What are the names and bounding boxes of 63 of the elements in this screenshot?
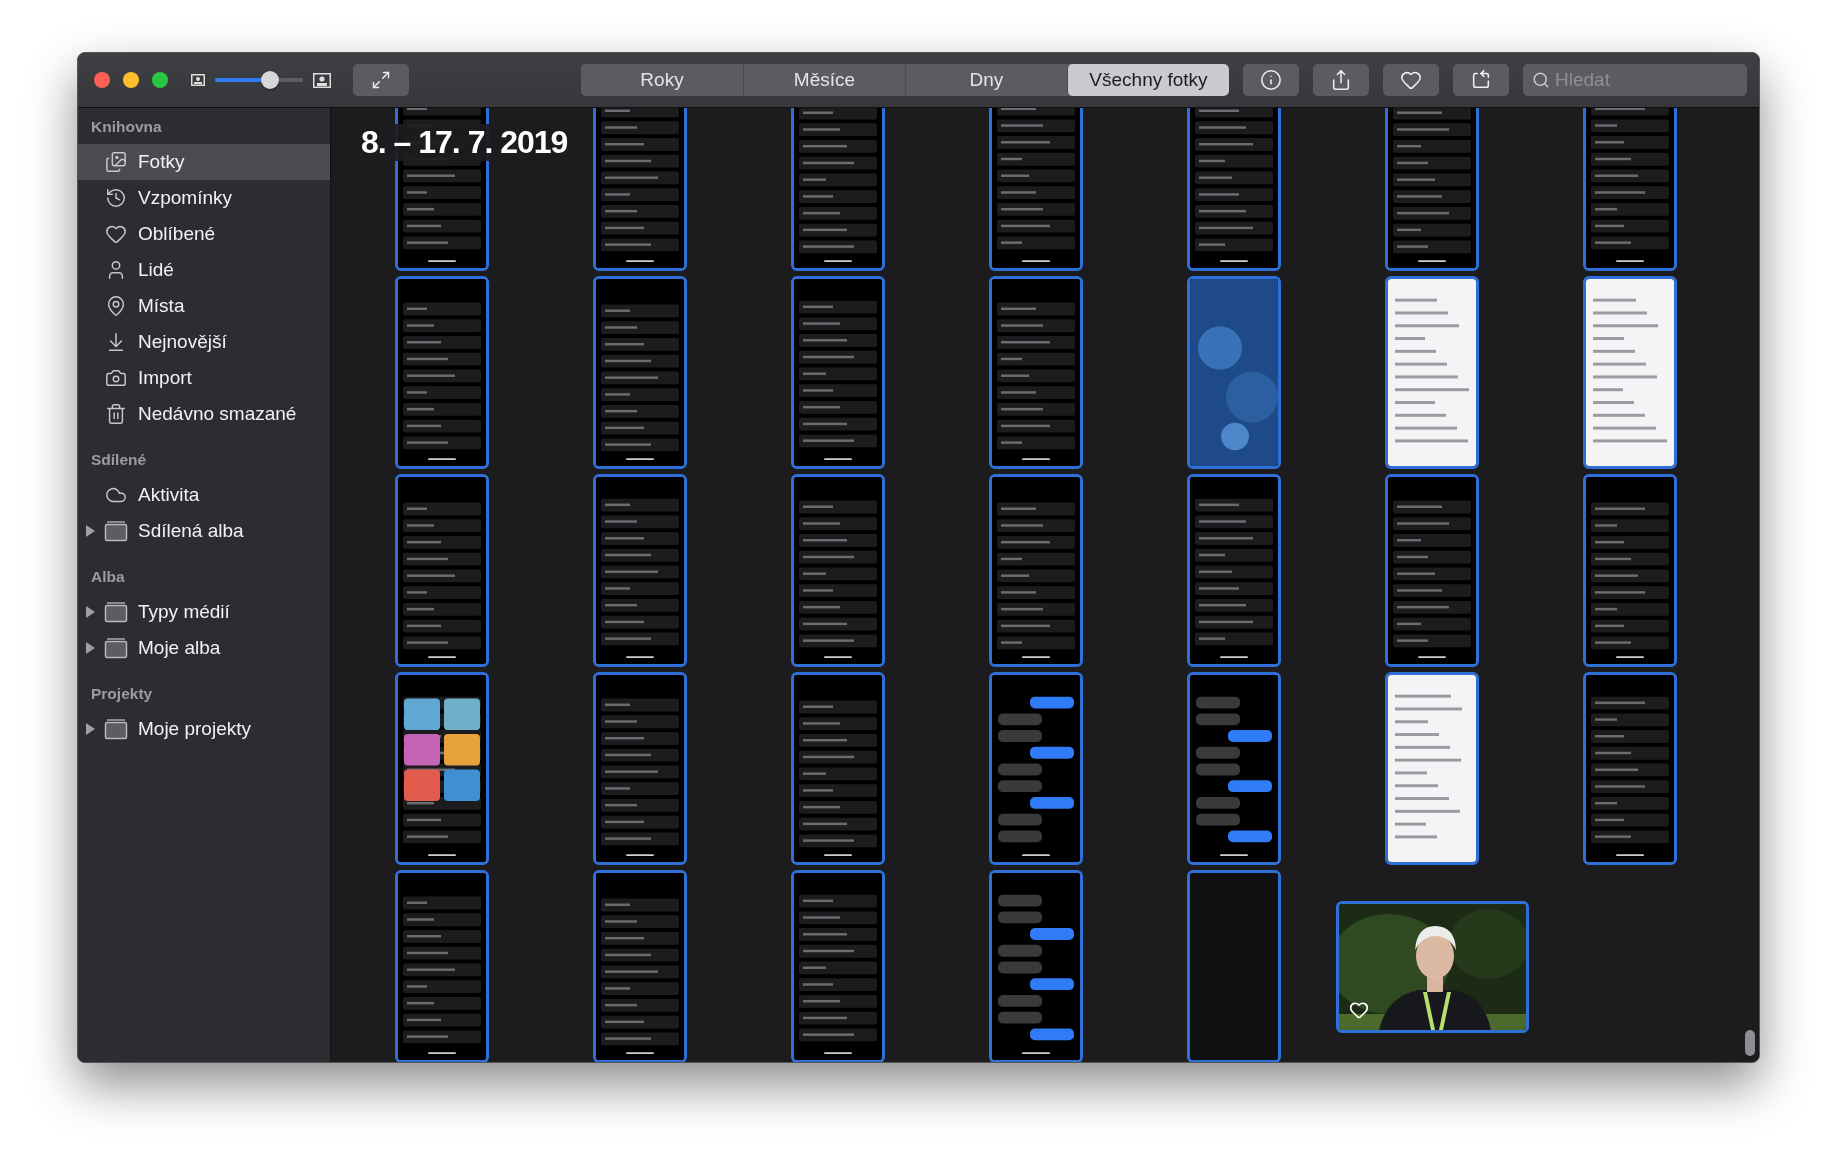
- sidebar-item[interactable]: Typy médií: [78, 594, 330, 630]
- zoom-button[interactable]: [152, 72, 168, 88]
- item-label: Nejnovější: [138, 331, 227, 353]
- item-label: Typy médií: [138, 601, 230, 623]
- item-label: Nedávno smazané: [138, 403, 297, 425]
- share-icon: [1330, 69, 1352, 91]
- minimize-button[interactable]: [123, 72, 139, 88]
- item-label: Vzpomínky: [138, 187, 232, 209]
- sidebar-item[interactable]: Vzpomínky: [78, 180, 330, 216]
- sidebar-item[interactable]: Oblíbené: [78, 216, 330, 252]
- item-label: Moje alba: [138, 637, 221, 659]
- section-heading: Sdílené: [90, 450, 148, 470]
- album-icon: [104, 637, 128, 659]
- scrollbar[interactable]: [1745, 1030, 1755, 1056]
- share-button[interactable]: [1313, 64, 1369, 96]
- info-icon: [1260, 69, 1282, 91]
- heart-icon: [1400, 69, 1422, 91]
- expand-icon: [371, 70, 391, 90]
- item-label: Fotky: [138, 151, 185, 173]
- pin-icon: [105, 295, 127, 317]
- disclosure-icon[interactable]: [86, 606, 95, 618]
- item-label: Import: [138, 367, 192, 389]
- sidebar-item[interactable]: Import: [78, 360, 330, 396]
- favorite-button[interactable]: [1383, 64, 1439, 96]
- camera-icon: [105, 367, 127, 389]
- info-button[interactable]: [1243, 64, 1299, 96]
- disclosure-icon[interactable]: [86, 642, 95, 654]
- item-label: Sdílená alba: [138, 520, 244, 542]
- large-photo-icon: [313, 72, 331, 88]
- slider-thumb[interactable]: [261, 71, 280, 89]
- fullscreen-button[interactable]: [353, 64, 409, 96]
- sidebar-item[interactable]: Sdílená alba: [78, 513, 330, 549]
- section-heading: Alba: [90, 567, 126, 587]
- small-photo-icon: [191, 74, 205, 86]
- photos-icon: [105, 151, 127, 173]
- sidebar-item[interactable]: Aktivita: [78, 477, 330, 513]
- item-label: Lidé: [138, 259, 174, 281]
- disclosure-icon[interactable]: [86, 525, 95, 537]
- trash-icon: [105, 403, 127, 425]
- sidebar-item[interactable]: Moje projekty: [78, 711, 330, 747]
- view-tab[interactable]: Všechny fotky: [1067, 64, 1229, 96]
- rotate-button[interactable]: [1453, 64, 1509, 96]
- clock-icon: [105, 187, 127, 209]
- album-icon: [104, 718, 128, 740]
- heart-icon: [105, 223, 127, 245]
- sidebar-item[interactable]: Lidé: [78, 252, 330, 288]
- album-icon: [104, 520, 128, 542]
- rotate-icon: [1470, 69, 1492, 91]
- disclosure-icon[interactable]: [86, 723, 95, 735]
- close-button[interactable]: [94, 72, 110, 88]
- sidebar-item[interactable]: Nejnovější: [78, 324, 330, 360]
- section-heading: Projekty: [90, 684, 154, 704]
- item-label: Aktivita: [138, 484, 200, 506]
- sidebar-item[interactable]: Moje alba: [78, 630, 330, 666]
- item-label: Oblíbené: [138, 223, 216, 245]
- search-icon: [1532, 71, 1550, 89]
- item-label: Moje projekty: [138, 718, 251, 740]
- section-heading: Knihovna: [90, 117, 163, 137]
- sidebar-item[interactable]: Nedávno smazané: [78, 396, 330, 432]
- album-icon: [104, 601, 128, 623]
- sidebar-item[interactable]: Fotky: [78, 144, 330, 180]
- item-label: Místa: [138, 295, 185, 317]
- sidebar-item[interactable]: Místa: [78, 288, 330, 324]
